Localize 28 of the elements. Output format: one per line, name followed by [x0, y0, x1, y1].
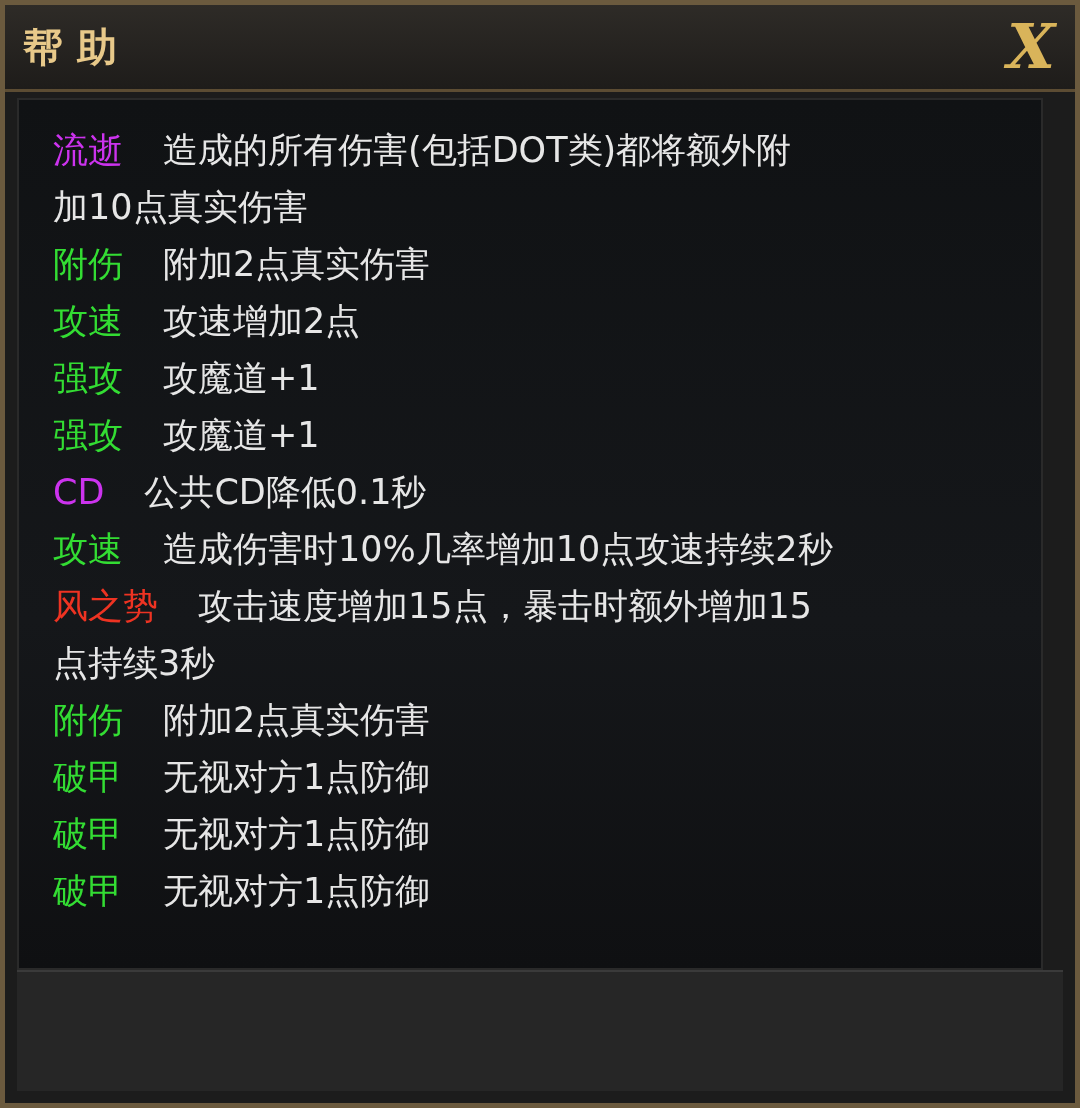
- effect-description: 无视对方1点防御: [163, 871, 431, 911]
- effect-name: CD: [53, 472, 105, 512]
- effect-description: 攻魔道+1: [163, 358, 320, 398]
- effect-name: 附伤: [53, 244, 123, 284]
- effect-description: 加10点真实伤害: [53, 187, 308, 227]
- effect-description: 公共CD降低0.1秒: [144, 472, 427, 512]
- effect-description: 攻魔道+1: [163, 415, 320, 455]
- effect-description: 造成伤害时10%几率增加10点攻速持续2秒: [163, 529, 833, 569]
- effect-name: 攻速: [53, 529, 123, 569]
- close-button[interactable]: X: [1000, 16, 1061, 78]
- effect-name: 附伤: [53, 700, 123, 740]
- effect-description: 无视对方1点防御: [163, 814, 431, 854]
- effect-name: 破甲: [53, 757, 123, 797]
- effect-name: 流逝: [53, 130, 123, 170]
- effect-name: 攻速: [53, 301, 123, 341]
- effect-name: 强攻: [53, 358, 123, 398]
- effect-name: 破甲: [53, 871, 123, 911]
- effect-name: 风之势: [53, 586, 158, 626]
- effect-description: 攻击速度增加15点，暴击时额外增加15: [198, 586, 813, 626]
- effect-description: 造成的所有伤害(包括DOT类)都将额外附: [163, 130, 792, 170]
- effect-description: 攻速增加2点: [163, 301, 361, 341]
- effect-name: 破甲: [53, 814, 123, 854]
- effect-description: 附加2点真实伤害: [163, 244, 431, 284]
- window-title: 帮 助: [23, 22, 117, 72]
- effect-description: 无视对方1点防御: [163, 757, 431, 797]
- effect-name: 强攻: [53, 415, 123, 455]
- effect-description: 点持续3秒: [53, 643, 216, 683]
- effect-description: 附加2点真实伤害: [163, 700, 431, 740]
